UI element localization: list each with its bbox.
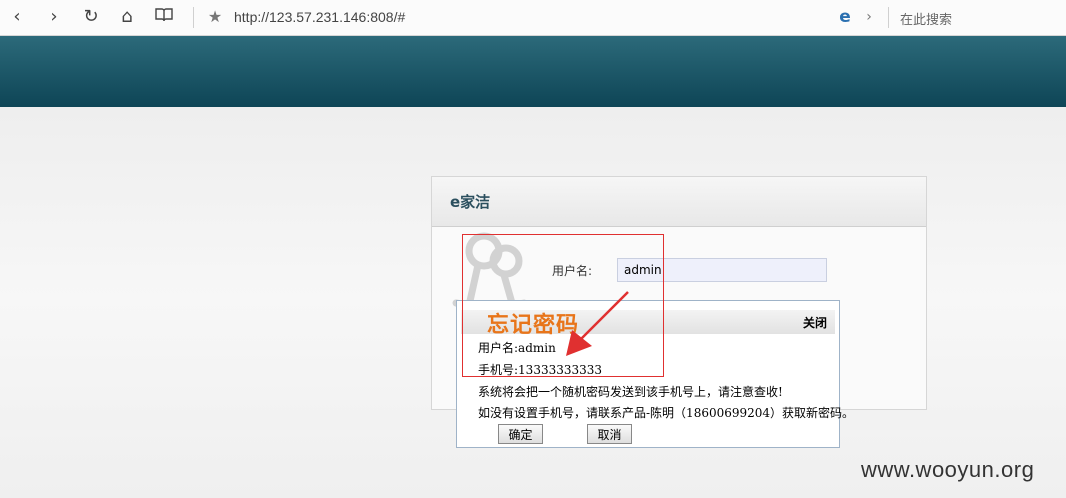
login-panel-header: e家洁 <box>432 177 926 227</box>
confirm-button[interactable]: 确定 <box>498 424 543 444</box>
search-box[interactable]: 在此搜索 <box>900 9 952 28</box>
ie-logo-icon[interactable]: e <box>834 7 856 27</box>
notice-line: 系统将会把一个随机密码发送到该手机号上，请注意查收! <box>478 385 783 399</box>
toolbar-divider <box>193 7 194 28</box>
reading-view-icon[interactable] <box>153 7 175 27</box>
site-title: e家洁 <box>450 193 491 211</box>
phone-line: 手机号:13333333333 <box>478 363 603 377</box>
back-icon[interactable]: ‹ <box>6 7 28 27</box>
close-button[interactable]: 关闭 <box>803 314 827 331</box>
address-bar[interactable]: http://123.57.231.146:808/# <box>234 9 405 25</box>
username-label: 用户名: <box>552 264 593 278</box>
contact-line: 如没有设置手机号，请联系产品-陈明（18600699204）获取新密码。 <box>478 406 855 420</box>
cancel-button[interactable]: 取消 <box>587 424 632 444</box>
site-header-banner <box>0 36 1066 107</box>
dialog-title: 忘记密码 <box>487 313 580 338</box>
forward-icon[interactable]: › <box>43 7 65 27</box>
forgot-password-dialog: 关闭 忘记密码 用户名:admin 手机号:13333333333 系统将会把一… <box>456 300 854 448</box>
watermark-text: www.wooyun.org <box>861 457 1035 482</box>
chevron-right-icon[interactable]: › <box>858 7 880 27</box>
favorite-star-icon[interactable]: ★ <box>204 7 226 27</box>
username-input[interactable] <box>617 258 827 282</box>
toolbar-divider <box>888 7 889 28</box>
home-icon[interactable]: ⌂ <box>116 7 138 27</box>
username-line: 用户名:admin <box>478 341 556 355</box>
browser-toolbar: ‹ › ↻ ⌂ ★ http://123.57.231.146:808/# e … <box>0 0 1066 36</box>
refresh-icon[interactable]: ↻ <box>80 7 102 27</box>
